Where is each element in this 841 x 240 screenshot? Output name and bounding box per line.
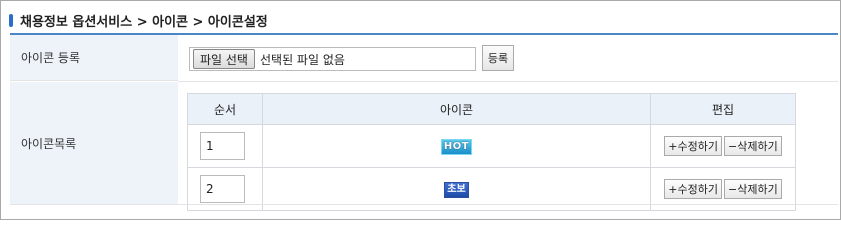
- delete-button[interactable]: −삭제하기: [724, 179, 782, 199]
- icon-table: 순서 아이콘 편집 HOT +수정하기−삭제하기 초보 +수정하기−삭: [187, 93, 796, 211]
- order-cell: [187, 124, 263, 168]
- register-row-label: 아이콘 등록: [10, 35, 178, 81]
- register-button[interactable]: 등록: [482, 45, 514, 71]
- file-status-text: 선택된 파일 없음: [259, 52, 345, 67]
- file-input[interactable]: 파일 선택 선택된 파일 없음: [189, 47, 476, 71]
- register-label: 아이콘 등록: [21, 51, 81, 65]
- header-order: 순서: [187, 93, 263, 125]
- delete-button[interactable]: −삭제하기: [724, 136, 782, 156]
- file-select-button[interactable]: 파일 선택: [193, 49, 255, 69]
- table-row: HOT +수정하기−삭제하기: [187, 124, 796, 168]
- hot-icon: HOT: [440, 138, 473, 155]
- row-divider: [178, 81, 838, 82]
- beginner-icon: 초보: [444, 181, 469, 198]
- order-input[interactable]: [200, 175, 245, 203]
- list-row-label: 아이콘목록: [10, 82, 178, 204]
- row-divider: [10, 204, 838, 205]
- header-icon: 아이콘: [262, 93, 651, 125]
- breadcrumb: 채용정보 옵션서비스 > 아이콘 > 아이콘설정: [9, 10, 268, 30]
- table-header-row: 순서 아이콘 편집: [187, 93, 796, 125]
- page-title: 채용정보 옵션서비스 > 아이콘 > 아이콘설정: [20, 14, 268, 30]
- title-marker-icon: [9, 13, 13, 27]
- edit-button[interactable]: +수정하기: [664, 179, 722, 199]
- header-edit: 편집: [650, 93, 796, 125]
- edit-cell: +수정하기 −삭제하기: [650, 124, 796, 168]
- icon-cell: HOT: [262, 124, 651, 168]
- edit-button[interactable]: +수정하기: [664, 136, 722, 156]
- order-input[interactable]: [200, 132, 245, 160]
- list-label: 아이콘목록: [21, 136, 77, 151]
